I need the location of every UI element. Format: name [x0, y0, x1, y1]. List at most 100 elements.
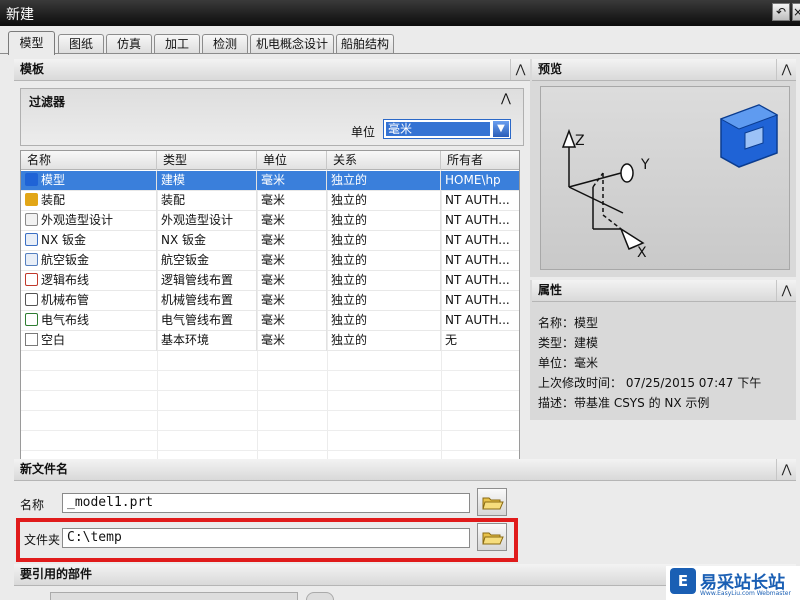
model-icon [25, 173, 38, 186]
tab-ship-structure[interactable]: 船舶结构 [336, 34, 394, 54]
collapse-caret-icon[interactable]: ⋀ [776, 280, 796, 301]
table-row[interactable]: 装配 装配 毫米 独立的 NT AUTH... [21, 191, 519, 211]
row-relation: 独立的 [327, 271, 441, 291]
tab-mechatronics[interactable]: 机电概念设计 [250, 34, 334, 54]
collapse-caret-icon[interactable]: ⋀ [776, 59, 796, 80]
row-relation: 独立的 [327, 291, 441, 311]
row-relation: 独立的 [327, 171, 441, 191]
collapse-caret-icon[interactable]: ⋀ [776, 459, 796, 480]
row-owner: NT AUTH... [441, 231, 519, 251]
table-row[interactable]: 外观造型设计 外观造型设计 毫米 独立的 NT AUTH... [21, 211, 519, 231]
properties-section-header[interactable]: 属性 ⋀ [532, 280, 796, 302]
model-block-icon [719, 104, 779, 168]
row-unit: 毫米 [257, 231, 327, 251]
browse-name-button[interactable] [477, 488, 507, 516]
row-unit: 毫米 [257, 331, 327, 351]
row-owner: NT AUTH... [441, 251, 519, 271]
tab-model[interactable]: 模型 [8, 31, 55, 55]
row-name: NX 钣金 [41, 233, 87, 247]
row-name: 空白 [41, 333, 66, 347]
properties-body: 名称：模型 类型：建模 单位：毫米 上次修改时间： 07/25/2015 07:… [532, 310, 796, 420]
folder-open-icon [482, 497, 504, 510]
preview-title: 预览 [538, 62, 563, 76]
csys-preview-graphic: Z Y X [561, 104, 779, 261]
new-file-title: 新文件名 [20, 462, 69, 476]
mechanical-routing-icon [25, 293, 38, 306]
filter-group: 过滤器 ⋀ 单位 毫米 ▼ [20, 88, 524, 146]
table-row[interactable]: NX 钣金 NX 钣金 毫米 独立的 NT AUTH... [21, 231, 519, 251]
table-row[interactable]: 机械布管 机械管线布置 毫米 独立的 NT AUTH... [21, 291, 519, 311]
unit-dropdown[interactable]: 毫米 ▼ [383, 119, 511, 139]
undo-icon[interactable]: ↶ [772, 3, 790, 21]
tab-inspection[interactable]: 检测 [202, 34, 248, 54]
preview-image: Z Y X [540, 86, 790, 270]
column-header-type[interactable]: 类型 [157, 151, 257, 170]
row-relation: 独立的 [327, 331, 441, 351]
empty-row [21, 411, 519, 431]
row-name: 装配 [41, 193, 66, 207]
row-owner: 无 [441, 331, 519, 351]
tab-drawing[interactable]: 图纸 [58, 34, 104, 54]
row-relation: 独立的 [327, 211, 441, 231]
watermark-subtext: Www.EasyLiu.com Webmaster [700, 590, 791, 597]
row-relation: 独立的 [327, 311, 441, 331]
column-header-relation[interactable]: 关系 [327, 151, 441, 170]
new-file-section-header[interactable]: 新文件名 ⋀ [14, 459, 796, 481]
table-row[interactable]: 空白 基本环境 毫米 独立的 无 [21, 331, 519, 351]
row-type: 基本环境 [157, 331, 257, 351]
logical-routing-icon [25, 273, 38, 286]
table-row[interactable]: 逻辑布线 逻辑管线布置 毫米 独立的 NT AUTH... [21, 271, 519, 291]
empty-row [21, 371, 519, 391]
chevron-down-icon[interactable]: ▼ [493, 121, 509, 137]
file-name-input[interactable]: _model1.prt [62, 493, 470, 513]
table-row[interactable]: 电气布线 电气管线布置 毫米 独立的 NT AUTH... [21, 311, 519, 331]
filter-collapse-icon[interactable]: ⋀ [501, 91, 511, 105]
row-unit: 毫米 [257, 171, 327, 191]
sheet-metal-icon [25, 233, 38, 246]
tab-divider [0, 53, 800, 54]
reference-name-field[interactable] [50, 592, 298, 600]
row-type: 航空钣金 [157, 251, 257, 271]
row-name: 模型 [41, 173, 66, 187]
filter-title: 过滤器 [29, 95, 66, 109]
tab-manufacturing[interactable]: 加工 [154, 34, 200, 54]
table-row[interactable]: 航空钣金 航空钣金 毫米 独立的 NT AUTH... [21, 251, 519, 271]
row-type: 逻辑管线布置 [157, 271, 257, 291]
row-owner: NT AUTH... [441, 291, 519, 311]
row-type: 建模 [157, 171, 257, 191]
column-header-owner[interactable]: 所有者 [441, 151, 519, 170]
blank-file-icon [25, 333, 38, 346]
property-description: 描述：带基准 CSYS 的 NX 示例 [538, 396, 710, 410]
row-type: NX 钣金 [157, 231, 257, 251]
row-owner: HOME\hp [441, 171, 519, 191]
highlight-annotation-box [16, 518, 518, 562]
column-header-unit[interactable]: 单位 [257, 151, 327, 170]
reference-browse-button[interactable] [306, 592, 334, 600]
preview-section-header[interactable]: 预览 ⋀ [532, 59, 796, 81]
aero-sheet-metal-icon [25, 253, 38, 266]
column-header-name[interactable]: 名称 [21, 151, 157, 170]
tab-simulation[interactable]: 仿真 [106, 34, 152, 54]
references-title: 要引用的部件 [20, 567, 93, 581]
row-owner: NT AUTH... [441, 311, 519, 331]
row-type: 装配 [157, 191, 257, 211]
template-section-header[interactable]: 模板 ⋀ [14, 59, 530, 81]
row-unit: 毫米 [257, 251, 327, 271]
row-unit: 毫米 [257, 311, 327, 331]
table-row[interactable]: 模型 建模 毫米 独立的 HOME\hp [21, 171, 519, 191]
row-unit: 毫米 [257, 271, 327, 291]
row-type: 外观造型设计 [157, 211, 257, 231]
row-unit: 毫米 [257, 291, 327, 311]
shape-studio-icon [25, 213, 38, 226]
row-owner: NT AUTH... [441, 271, 519, 291]
row-relation: 独立的 [327, 191, 441, 211]
collapse-caret-icon[interactable]: ⋀ [510, 59, 530, 80]
row-type: 机械管线布置 [157, 291, 257, 311]
name-label: 名称 [20, 498, 45, 512]
row-relation: 独立的 [327, 251, 441, 271]
row-unit: 毫米 [257, 191, 327, 211]
row-unit: 毫米 [257, 211, 327, 231]
row-owner: NT AUTH... [441, 191, 519, 211]
close-icon[interactable]: × [792, 3, 800, 21]
table-header: 名称 类型 单位 关系 所有者 [21, 151, 519, 170]
